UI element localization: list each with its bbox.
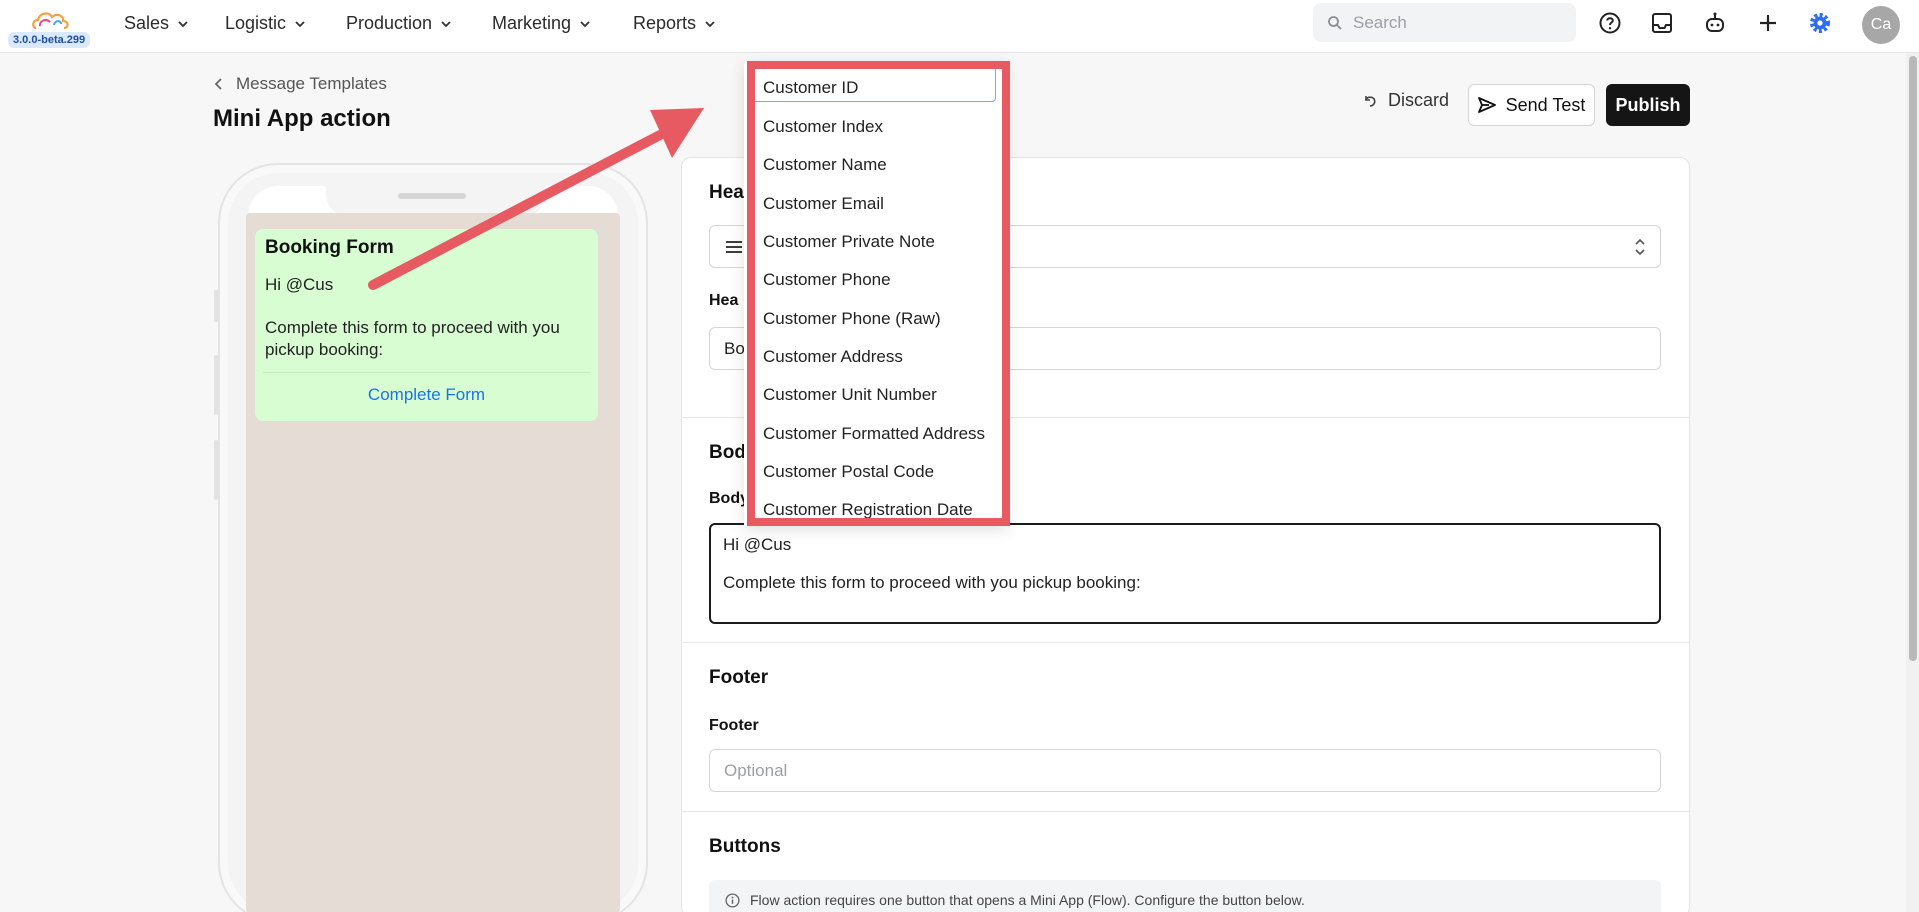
nav-logistic[interactable]: Logistic [225, 13, 306, 34]
buttons-info-banner: Flow action requires one button that ope… [709, 880, 1661, 912]
dropdown-option[interactable]: Customer Index [763, 117, 883, 137]
page-title: Mini App action [213, 105, 391, 132]
header-section-title: Hea [709, 182, 744, 203]
dropdown-option[interactable]: Customer Name [763, 155, 887, 175]
nav-reports[interactable]: Reports [633, 13, 716, 34]
preview-body: Complete this form to proceed with you p… [265, 318, 560, 359]
publish-label: Publish [1615, 94, 1681, 115]
send-test-button[interactable]: Send Test [1468, 84, 1595, 126]
dropdown-option[interactable]: Customer Phone (Raw) [763, 309, 941, 329]
section-divider [681, 642, 1690, 643]
breadcrumb-label: Message Templates [236, 74, 387, 93]
menu-icon [726, 241, 742, 253]
plus-icon[interactable] [1756, 11, 1780, 35]
section-divider [681, 811, 1690, 812]
chevron-down-icon [441, 20, 451, 27]
chevron-down-icon [705, 20, 715, 27]
preview-action-button[interactable]: Complete Form [255, 385, 598, 405]
dropdown-option[interactable]: Customer Registration Date [763, 500, 973, 520]
preview-greeting: Hi @Cus [265, 275, 334, 294]
buttons-info-text: Flow action requires one button that ope… [750, 892, 1305, 908]
chevron-down-icon [295, 20, 305, 27]
publish-button[interactable]: Publish [1606, 84, 1690, 126]
search-input[interactable] [1353, 12, 1553, 33]
dropdown-option[interactable]: Customer Phone [763, 270, 891, 290]
nav-production[interactable]: Production [346, 13, 452, 34]
user-avatar[interactable]: Ca [1862, 6, 1900, 44]
search-icon [1328, 15, 1342, 30]
dropdown-option[interactable]: Customer ID [763, 78, 858, 98]
undo-icon [1365, 95, 1376, 107]
footer-input[interactable] [709, 749, 1661, 792]
body-line-1: Hi @Cus [723, 535, 792, 554]
preview-title: Booking Form [265, 237, 394, 258]
body-blank-line [723, 554, 1647, 573]
footer-section-title: Footer [709, 667, 769, 688]
dropdown-option[interactable]: Customer Address [763, 347, 903, 367]
dropdown-option[interactable]: Customer Unit Number [763, 385, 937, 405]
send-test-label: Send Test [1505, 94, 1586, 115]
inbox-icon[interactable] [1650, 11, 1674, 35]
version-badge: 3.0.0-beta.299 [8, 32, 91, 48]
help-icon[interactable] [1598, 11, 1622, 35]
body-field-label: Body [709, 490, 749, 507]
nav-production-label: Production [346, 13, 433, 33]
cloud-logo-icon[interactable] [30, 8, 74, 30]
robot-icon[interactable] [1703, 11, 1727, 35]
info-icon [725, 892, 740, 908]
nav-marketing-label: Marketing [492, 13, 572, 33]
chevron-updown-icon [1635, 238, 1645, 256]
phone-speaker [398, 193, 466, 199]
chevron-left-icon [214, 78, 222, 90]
dropdown-option[interactable]: Customer Postal Code [763, 462, 934, 482]
body-section-title: Bod [709, 442, 746, 463]
discard-button[interactable]: Discard [1362, 90, 1449, 111]
nav-logistic-label: Logistic [225, 13, 287, 33]
nav-marketing[interactable]: Marketing [492, 13, 591, 34]
chevron-down-icon [580, 20, 590, 27]
scrollbar-thumb[interactable] [1909, 56, 1917, 661]
chevron-down-icon [178, 20, 188, 27]
phone-notch [326, 184, 546, 216]
gear-icon[interactable] [1808, 11, 1832, 35]
nav-sales-label: Sales [124, 13, 170, 33]
dropdown-option[interactable]: Customer Private Note [763, 232, 935, 252]
breadcrumb[interactable]: Message Templates [214, 74, 387, 94]
buttons-section-title: Buttons [709, 836, 781, 857]
send-icon [1477, 97, 1496, 113]
dropdown-option[interactable]: Customer Email [763, 194, 884, 214]
dropdown-option[interactable]: Customer Formatted Address [763, 424, 985, 444]
body-textarea[interactable]: Hi @Cus Complete this form to proceed wi… [709, 523, 1661, 624]
footer-field-label: Footer [709, 717, 759, 734]
phone-side-button [214, 290, 218, 322]
nav-sales[interactable]: Sales [124, 13, 189, 34]
phone-side-button [214, 355, 218, 415]
header-field-label: Hea [709, 292, 739, 309]
bubble-divider [263, 372, 590, 373]
global-search[interactable] [1313, 3, 1576, 42]
top-navigation: 3.0.0-beta.299 Sales Logistic Production… [0, 0, 1919, 53]
avatar-initials: Ca [1870, 16, 1892, 33]
body-line-2: Complete this form to proceed with you p… [723, 573, 1141, 592]
nav-reports-label: Reports [633, 13, 697, 33]
phone-side-button [214, 440, 218, 500]
discard-label: Discard [1388, 90, 1450, 110]
